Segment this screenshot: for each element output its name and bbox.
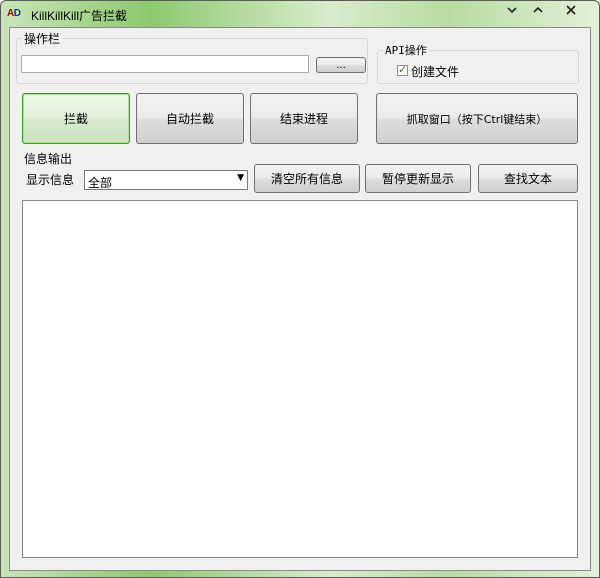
clear-all-button[interactable]: 清空所有信息 <box>254 164 360 193</box>
api-group-label: API操作 <box>383 42 429 58</box>
info-filter-dropdown[interactable]: 全部 ▼ <box>84 170 248 190</box>
operations-group-label: 操作栏 <box>22 30 63 47</box>
create-file-checkbox[interactable]: ✓ <box>397 63 408 76</box>
browse-button[interactable]: ... <box>316 57 366 73</box>
end-process-button[interactable]: 结束进程 <box>250 93 358 144</box>
app-window: AD KillKillKill广告拦截 操作栏 ... API操作 ✓ 创建文件… <box>0 0 600 578</box>
info-output-area[interactable] <box>22 200 578 558</box>
info-group-label: 信息输出 <box>22 150 75 167</box>
find-text-button[interactable]: 查找文本 <box>478 164 578 193</box>
caption-buttons <box>499 1 591 19</box>
checkmark-icon: ✓ <box>398 63 408 76</box>
create-file-label: 创建文件 <box>411 65 460 79</box>
title-bar[interactable]: AD KillKillKill广告拦截 <box>1 1 599 27</box>
close-icon <box>566 4 576 15</box>
show-info-label: 显示信息 <box>26 173 75 187</box>
minimize-button[interactable] <box>499 1 525 18</box>
pause-display-button[interactable]: 暂停更新显示 <box>365 164 471 193</box>
client-area: 操作栏 ... API操作 ✓ 创建文件 拦截 自动拦截 结束进程 抓取窗口（按… <box>9 27 591 571</box>
info-filter-value: 全部 <box>88 176 113 190</box>
close-button[interactable] <box>551 1 591 18</box>
grab-window-button[interactable]: 抓取窗口（按下Ctrl键结束） <box>376 93 578 144</box>
auto-intercept-button[interactable]: 自动拦截 <box>136 93 244 144</box>
path-input[interactable] <box>21 55 309 73</box>
window-title: KillKillKill广告拦截 <box>31 9 128 23</box>
intercept-button[interactable]: 拦截 <box>22 93 130 144</box>
maximize-button[interactable] <box>525 1 551 18</box>
app-logo-icon: AD <box>7 8 21 19</box>
minimize-icon <box>507 6 517 13</box>
maximize-icon <box>533 6 543 13</box>
dropdown-arrow-icon: ▼ <box>237 173 244 183</box>
